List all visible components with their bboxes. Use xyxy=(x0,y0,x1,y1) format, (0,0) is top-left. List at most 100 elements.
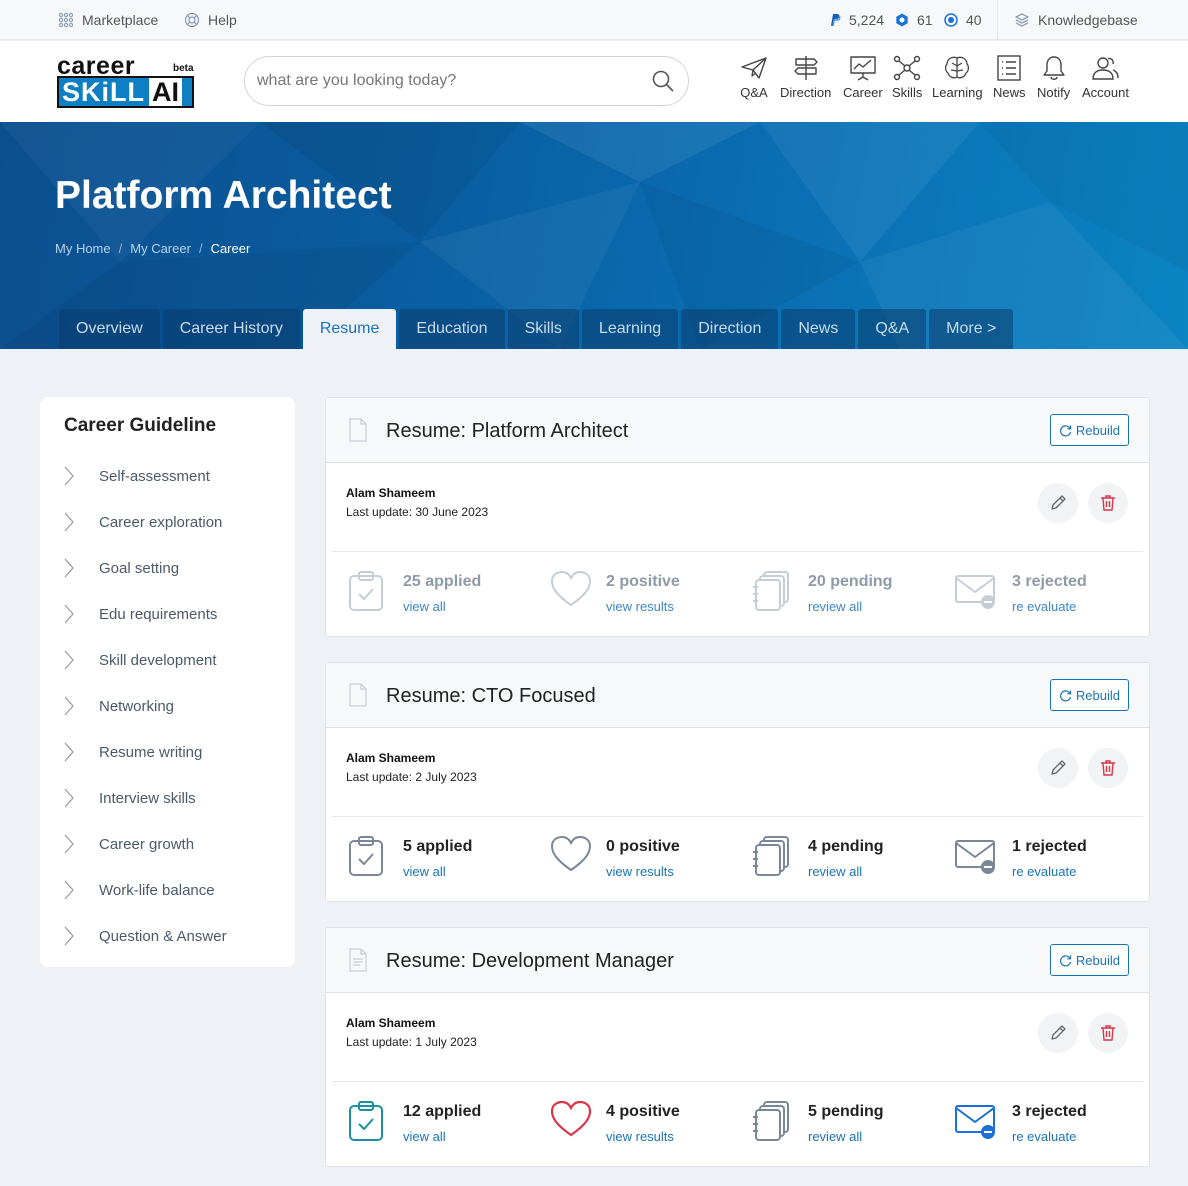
sidebar-item-self-assessment[interactable]: Self-assessment xyxy=(64,461,210,491)
nav-qa[interactable]: Q&A xyxy=(740,55,768,111)
pencil-icon xyxy=(1051,495,1066,510)
paypal-icon xyxy=(831,14,841,27)
tab-qa[interactable]: Q&A xyxy=(858,309,927,349)
search-icon[interactable] xyxy=(652,70,674,92)
sidebar-item-skill-development[interactable]: Skill development xyxy=(64,645,217,675)
edit-button[interactable] xyxy=(1038,1013,1078,1053)
resume-card-header: Resume: Development Manager Rebuild xyxy=(326,928,1149,993)
clipboard-check-icon xyxy=(349,571,383,611)
marketplace-link[interactable]: Marketplace xyxy=(58,0,158,40)
view-all-link[interactable]: view all xyxy=(403,864,446,879)
re-evaluate-link[interactable]: re evaluate xyxy=(1012,1129,1076,1144)
career-hero-banner: Platform Architect My Home / My Career /… xyxy=(0,122,1188,349)
sidebar-item-career-growth[interactable]: Career growth xyxy=(64,829,194,859)
re-evaluate-link[interactable]: re evaluate xyxy=(1012,599,1076,614)
rebuild-button[interactable]: Rebuild xyxy=(1049,679,1129,711)
sidebar-item-edu-requirements[interactable]: Edu requirements xyxy=(64,599,217,629)
edit-button[interactable] xyxy=(1038,748,1078,788)
tab-skills[interactable]: Skills xyxy=(507,309,579,349)
resume-title[interactable]: Resume: Platform Architect xyxy=(386,420,628,443)
chevron-right-icon xyxy=(64,604,99,624)
nav-learning[interactable]: Learning xyxy=(932,55,983,111)
career-guideline-sidebar: Career Guideline Self-assessment Career … xyxy=(40,397,295,967)
view-results-link[interactable]: view results xyxy=(606,1129,674,1144)
nav-direction[interactable]: Direction xyxy=(780,55,831,111)
tab-overview[interactable]: Overview xyxy=(59,309,160,349)
nav-news-label: News xyxy=(993,85,1026,100)
page-title: Platform Architect xyxy=(55,174,392,217)
knowledgebase-label: Knowledgebase xyxy=(1038,12,1138,28)
paypal-balance[interactable]: 5,224 xyxy=(829,0,884,40)
breadcrumb-my-home[interactable]: My Home xyxy=(55,241,111,256)
sidebar-item-question-answer[interactable]: Question & Answer xyxy=(64,921,227,951)
tab-learning[interactable]: Learning xyxy=(581,309,679,349)
resume-title[interactable]: Resume: CTO Focused xyxy=(386,685,596,708)
sidebar-item-goal-setting[interactable]: Goal setting xyxy=(64,553,179,583)
nav-career[interactable]: Career xyxy=(843,55,883,111)
edit-button[interactable] xyxy=(1038,483,1078,523)
delete-button[interactable] xyxy=(1088,1013,1128,1053)
grid-dots-icon xyxy=(58,12,74,28)
breadcrumb-separator: / xyxy=(198,241,203,256)
card-divider xyxy=(332,551,1143,552)
rebuild-button[interactable]: Rebuild xyxy=(1049,944,1129,976)
document-icon xyxy=(349,418,367,442)
applied-count: 5 applied xyxy=(403,838,473,855)
nav-notify[interactable]: Notify xyxy=(1037,55,1070,111)
rebuild-button[interactable]: Rebuild xyxy=(1049,414,1129,446)
chevron-right-icon xyxy=(64,742,99,762)
breadcrumb-my-career[interactable]: My Career xyxy=(130,241,191,256)
network-nodes-icon xyxy=(893,55,921,81)
tab-more[interactable]: More > xyxy=(929,309,1014,349)
tab-education[interactable]: Education xyxy=(399,309,505,349)
re-evaluate-link[interactable]: re evaluate xyxy=(1012,864,1076,879)
stacked-notebooks-icon xyxy=(753,836,789,876)
help-link[interactable]: Help xyxy=(184,0,237,40)
nav-skills[interactable]: Skills xyxy=(892,55,922,111)
resume-last-update: Last update: 2 July 2023 xyxy=(346,770,477,784)
trash-icon xyxy=(1101,760,1115,776)
view-results-link[interactable]: view results xyxy=(606,599,674,614)
sidebar-item-label: Self-assessment xyxy=(99,467,210,485)
sidebar-item-work-life-balance[interactable]: Work-life balance xyxy=(64,875,215,905)
sidebar-item-resume-writing[interactable]: Resume writing xyxy=(64,737,202,767)
knowledgebase-link[interactable]: Knowledgebase xyxy=(1014,0,1138,40)
topbar-divider xyxy=(997,0,998,40)
tab-direction[interactable]: Direction xyxy=(681,309,779,349)
tab-news[interactable]: News xyxy=(781,309,856,349)
nav-account[interactable]: Account xyxy=(1082,55,1129,111)
delete-button[interactable] xyxy=(1088,748,1128,788)
rejected-count: 3 rejected xyxy=(1012,573,1087,590)
view-all-link[interactable]: view all xyxy=(403,599,446,614)
view-results-link[interactable]: view results xyxy=(606,864,674,879)
delete-button[interactable] xyxy=(1088,483,1128,523)
points-balance[interactable]: 40 xyxy=(944,0,982,40)
review-all-link[interactable]: review all xyxy=(808,864,862,879)
review-all-link[interactable]: review all xyxy=(808,599,862,614)
careerskill-logo[interactable]: career beta SKiLL AI xyxy=(57,52,197,110)
nav-news[interactable]: News xyxy=(993,55,1026,111)
view-all-link[interactable]: view all xyxy=(403,1129,446,1144)
layers-icon xyxy=(1015,13,1029,27)
breadcrumb: My Home / My Career / Career xyxy=(55,241,250,256)
chevron-right-icon xyxy=(64,834,99,854)
tab-career-history[interactable]: Career History xyxy=(162,309,300,349)
sidebar-item-interview-skills[interactable]: Interview skills xyxy=(64,783,196,813)
resume-title[interactable]: Resume: Development Manager xyxy=(386,950,674,973)
resume-card: Resume: CTO Focused Rebuild Alam Shameem… xyxy=(325,662,1150,902)
badge-balance[interactable]: 61 xyxy=(895,0,933,40)
sidebar-item-career-exploration[interactable]: Career exploration xyxy=(64,507,222,537)
refresh-icon xyxy=(1059,424,1072,436)
applied-count: 25 applied xyxy=(403,573,482,590)
clipboard-check-icon xyxy=(349,1101,383,1141)
career-tabs: Overview Career History Resume Education… xyxy=(59,309,1016,349)
hexagon-badge-icon xyxy=(896,13,908,27)
search-input[interactable] xyxy=(257,57,637,105)
sidebar-item-networking[interactable]: Networking xyxy=(64,691,174,721)
sidebar-item-label: Career exploration xyxy=(99,513,223,531)
stacked-notebooks-icon xyxy=(753,1101,789,1141)
resume-owner: Alam Shameem xyxy=(346,1016,436,1030)
tab-resume[interactable]: Resume xyxy=(302,309,397,349)
review-all-link[interactable]: review all xyxy=(808,1129,862,1144)
chevron-right-icon xyxy=(64,788,99,808)
